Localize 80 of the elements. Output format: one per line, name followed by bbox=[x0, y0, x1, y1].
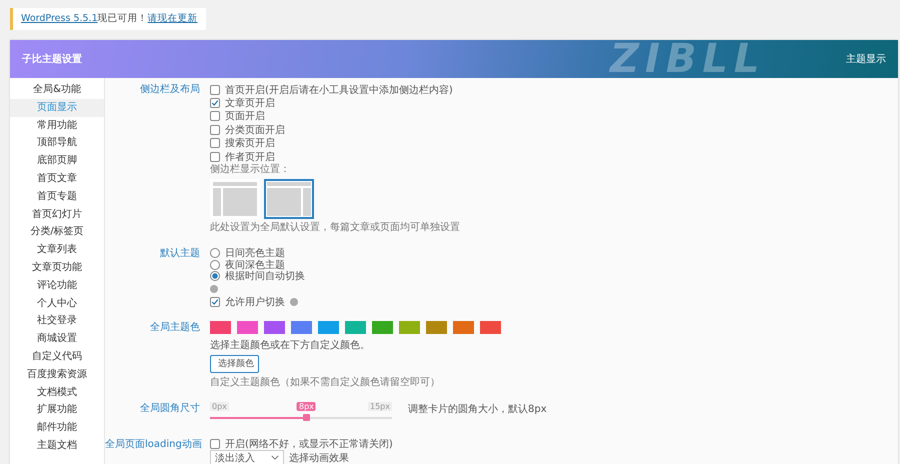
sidebar-item[interactable]: 商城设置 bbox=[10, 330, 104, 348]
sidebar-item[interactable]: 主题文档 bbox=[10, 436, 104, 455]
animation-select[interactable]: 淡出淡入 bbox=[210, 450, 284, 464]
slider-max-label: 15px bbox=[368, 402, 392, 411]
version-link[interactable]: WordPress 5.5.1 bbox=[21, 13, 98, 24]
option-label: 日间亮色主题 bbox=[225, 246, 285, 260]
field-label: 侧边栏及布局 bbox=[139, 83, 201, 97]
option-label: 页面开启 bbox=[225, 110, 265, 124]
checkbox[interactable] bbox=[210, 111, 220, 122]
help-icon[interactable] bbox=[210, 284, 218, 293]
checkbox[interactable] bbox=[210, 152, 220, 162]
field-label: 全局主题色 bbox=[149, 320, 201, 335]
sidebar-item[interactable]: 底部页脚 bbox=[10, 152, 104, 170]
option-label: 分类页面开启 bbox=[225, 124, 285, 137]
help-icon[interactable] bbox=[290, 298, 298, 306]
color-swatch[interactable] bbox=[372, 320, 393, 334]
sidebar-item[interactable]: 常用功能 bbox=[10, 116, 104, 134]
checkbox[interactable] bbox=[210, 124, 220, 135]
option-label: 搜索页开启 bbox=[225, 136, 275, 150]
field-label: 全局圆角尺寸 bbox=[139, 402, 201, 416]
color-swatch[interactable] bbox=[426, 320, 447, 334]
radio-button[interactable] bbox=[210, 271, 220, 282]
setting-note: 选择动画效果 bbox=[289, 452, 349, 464]
sidebar-item[interactable]: 文章列表 bbox=[10, 241, 104, 259]
checkbox[interactable] bbox=[210, 98, 220, 108]
sidebar-item[interactable]: 首页文章 bbox=[10, 170, 104, 188]
color-swatch[interactable] bbox=[210, 320, 231, 334]
option-label: 根据时间自动切换 bbox=[225, 270, 305, 284]
option-label: 作者页开启 bbox=[225, 150, 275, 164]
sidebar-item[interactable]: 顶部导航 bbox=[10, 134, 104, 152]
checkbox[interactable] bbox=[210, 439, 220, 450]
radio-button[interactable] bbox=[210, 260, 220, 270]
checkbox[interactable] bbox=[210, 84, 220, 95]
notice-text: 现已可用！ bbox=[98, 13, 148, 24]
setting-note: 调整卡片的圆角大小，默认8px bbox=[408, 402, 547, 417]
color-swatch[interactable] bbox=[291, 320, 312, 334]
sidebar-item[interactable]: 文章页功能 bbox=[10, 258, 104, 277]
checkbox[interactable] bbox=[210, 138, 220, 148]
option-label: 首页开启(开启后请在小工具设置中添加侧边栏内容) bbox=[225, 84, 453, 97]
setting-note: 自定义主题颜色（如果不需自定义颜色请留空即可） bbox=[210, 376, 441, 390]
slider-value-badge: 8px bbox=[297, 402, 316, 411]
sidebar-item[interactable]: 分类/标签页 bbox=[10, 223, 104, 242]
option-label: 文章页开启 bbox=[225, 96, 275, 110]
color-swatch[interactable] bbox=[264, 320, 285, 334]
slider-thumb[interactable] bbox=[303, 414, 310, 421]
color-swatch[interactable] bbox=[237, 320, 258, 334]
sidebar-item[interactable]: 评论功能 bbox=[10, 276, 104, 295]
sidebar-item[interactable]: 文档模式 bbox=[10, 384, 104, 402]
setting-note: 此处设置为全局默认设置，每篇文章或页面均可单独设置 bbox=[210, 221, 461, 236]
sidebar-item[interactable]: 自定义代码 bbox=[10, 348, 104, 366]
color-swatch[interactable] bbox=[480, 320, 501, 334]
header-link[interactable]: 主题显示 bbox=[846, 52, 886, 66]
caret-icon bbox=[271, 455, 279, 460]
sidebar-item[interactable]: 首页幻灯片 bbox=[10, 206, 104, 224]
color-swatch[interactable] bbox=[318, 320, 339, 334]
position-label: 侧边栏显示位置： bbox=[210, 163, 291, 178]
color-swatch[interactable] bbox=[345, 320, 366, 334]
sidebar-item[interactable]: 个人中心 bbox=[10, 294, 104, 312]
color-swatch[interactable] bbox=[453, 320, 474, 334]
option-label: 夜间深色主题 bbox=[225, 258, 285, 271]
color-swatch[interactable] bbox=[399, 320, 420, 334]
radio-button[interactable] bbox=[210, 248, 220, 258]
checkbox[interactable] bbox=[210, 296, 220, 307]
slider-min-label: 0px bbox=[210, 402, 229, 411]
settings-title: 子比主题设置 bbox=[22, 52, 82, 66]
color-picker-button[interactable]: 选择颜色 bbox=[210, 354, 259, 373]
header-watermark: ZIBLL bbox=[610, 40, 766, 78]
sidebar-item[interactable]: 首页专题 bbox=[10, 188, 104, 206]
right-sidebar-layout-icon[interactable] bbox=[264, 179, 314, 220]
sidebar-item[interactable]: 全局&功能 bbox=[10, 81, 104, 99]
field-label: 默认主题 bbox=[159, 247, 201, 262]
sidebar-item[interactable]: 社交登录 bbox=[10, 312, 104, 330]
sidebar-item[interactable]: 百度搜索资源 bbox=[10, 366, 104, 384]
field-label: 全局页面loading动画 bbox=[105, 438, 203, 452]
setting-hint: 选择主题颜色或在下方自定义颜色。 bbox=[210, 338, 371, 352]
option-label: 开启(网络不好，或显示不正常请关闭) bbox=[225, 438, 393, 452]
sidebar-item[interactable]: 扩展功能 bbox=[10, 401, 104, 420]
sidebar-item[interactable]: 邮件功能 bbox=[10, 419, 104, 437]
option-label: 允许用户切换 bbox=[225, 296, 285, 309]
update-link[interactable]: 请现在更新 bbox=[148, 13, 198, 24]
